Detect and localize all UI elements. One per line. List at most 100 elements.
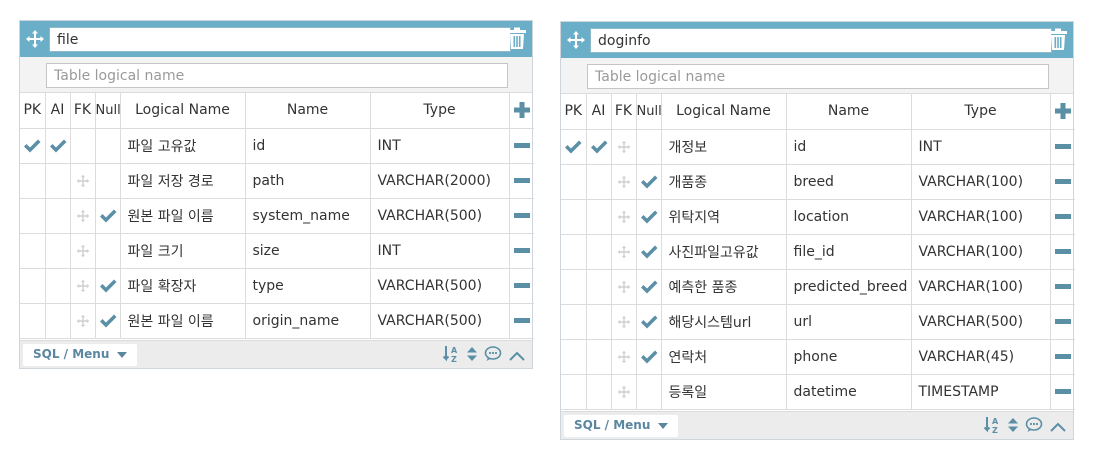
column-logical-name[interactable]: 파일 확장자	[120, 268, 246, 304]
table-logical-name-input[interactable]	[587, 64, 1049, 89]
fk-move-icon[interactable]	[611, 199, 637, 235]
null-check-icon[interactable]	[636, 234, 662, 270]
pk-check-icon[interactable]	[20, 128, 46, 164]
minus-icon[interactable]	[509, 233, 534, 269]
column-name[interactable]: system_name	[245, 198, 371, 234]
column-name[interactable]: path	[245, 163, 371, 199]
column-name[interactable]: origin_name	[245, 303, 371, 339]
null-check-icon[interactable]	[636, 339, 662, 375]
up-down-icon[interactable]	[466, 346, 478, 366]
null-check-icon[interactable]	[95, 303, 121, 339]
plus-icon[interactable]	[1050, 94, 1075, 130]
column-name[interactable]: size	[245, 233, 371, 269]
fk-move-icon[interactable]	[70, 198, 96, 234]
column-name[interactable]: file_id	[786, 234, 912, 270]
trash-icon[interactable]	[1048, 28, 1070, 52]
ai-check-icon[interactable]	[45, 128, 71, 164]
column-name[interactable]: datetime	[786, 374, 912, 410]
ai-cell[interactable]	[586, 374, 612, 410]
column-name[interactable]: predicted_breed	[786, 269, 912, 305]
pk-cell[interactable]	[20, 303, 46, 339]
column-type[interactable]: VARCHAR(500)	[370, 303, 510, 339]
minus-icon[interactable]	[1050, 129, 1075, 165]
pk-cell[interactable]	[561, 304, 587, 340]
pk-cell[interactable]	[561, 374, 587, 410]
column-type[interactable]: INT	[370, 128, 510, 164]
ai-cell[interactable]	[586, 164, 612, 200]
sql-menu-button[interactable]: SQL / Menu	[564, 415, 679, 437]
minus-icon[interactable]	[1050, 374, 1075, 410]
ai-cell[interactable]	[45, 303, 71, 339]
fk-move-icon[interactable]	[70, 163, 96, 199]
minus-icon[interactable]	[509, 198, 534, 234]
minus-icon[interactable]	[509, 163, 534, 199]
minus-icon[interactable]	[1050, 234, 1075, 270]
ai-cell[interactable]	[586, 304, 612, 340]
pk-cell[interactable]	[20, 198, 46, 234]
column-logical-name[interactable]: 파일 고유값	[120, 128, 246, 164]
ai-cell[interactable]	[45, 268, 71, 304]
null-cell[interactable]	[95, 233, 121, 269]
ai-check-icon[interactable]	[586, 129, 612, 165]
column-logical-name[interactable]: 위탁지역	[661, 199, 787, 235]
null-check-icon[interactable]	[95, 198, 121, 234]
column-logical-name[interactable]: 사진파일고유값	[661, 234, 787, 270]
sort-az-icon[interactable]: AZ	[442, 345, 460, 367]
fk-move-icon[interactable]	[611, 164, 637, 200]
ai-cell[interactable]	[586, 234, 612, 270]
fk-move-icon[interactable]	[611, 234, 637, 270]
column-logical-name[interactable]: 원본 파일 이름	[120, 198, 246, 234]
column-logical-name[interactable]: 원본 파일 이름	[120, 303, 246, 339]
column-type[interactable]: VARCHAR(2000)	[370, 163, 510, 199]
column-name[interactable]: id	[245, 128, 371, 164]
pk-cell[interactable]	[561, 199, 587, 235]
pk-cell[interactable]	[20, 268, 46, 304]
ai-cell[interactable]	[45, 233, 71, 269]
ai-cell[interactable]	[586, 199, 612, 235]
table-logical-name-input[interactable]	[46, 63, 508, 88]
move-arrows-icon[interactable]	[25, 29, 45, 49]
column-name[interactable]: id	[786, 129, 912, 165]
comment-icon[interactable]	[484, 346, 502, 366]
column-name[interactable]: phone	[786, 339, 912, 375]
column-logical-name[interactable]: 연락처	[661, 339, 787, 375]
column-type[interactable]: VARCHAR(100)	[911, 234, 1051, 270]
null-check-icon[interactable]	[636, 304, 662, 340]
null-check-icon[interactable]	[636, 164, 662, 200]
null-cell[interactable]	[95, 128, 121, 164]
fk-cell[interactable]	[70, 128, 96, 164]
minus-icon[interactable]	[509, 128, 534, 164]
table-name-input[interactable]	[49, 27, 511, 52]
minus-icon[interactable]	[509, 303, 534, 339]
ai-cell[interactable]	[45, 163, 71, 199]
pk-cell[interactable]	[561, 339, 587, 375]
column-type[interactable]: VARCHAR(500)	[370, 198, 510, 234]
move-arrows-icon[interactable]	[566, 30, 586, 50]
null-cell[interactable]	[636, 129, 662, 165]
column-logical-name[interactable]: 등록일	[661, 374, 787, 410]
column-type[interactable]: VARCHAR(100)	[911, 199, 1051, 235]
ai-cell[interactable]	[586, 339, 612, 375]
fk-move-icon[interactable]	[70, 233, 96, 269]
column-logical-name[interactable]: 파일 크기	[120, 233, 246, 269]
column-name[interactable]: location	[786, 199, 912, 235]
minus-icon[interactable]	[509, 268, 534, 304]
pk-cell[interactable]	[561, 234, 587, 270]
fk-move-icon[interactable]	[611, 339, 637, 375]
null-cell[interactable]	[95, 163, 121, 199]
column-logical-name[interactable]: 개정보	[661, 129, 787, 165]
plus-icon[interactable]	[509, 93, 534, 129]
null-check-icon[interactable]	[636, 269, 662, 305]
fk-move-icon[interactable]	[611, 374, 637, 410]
sql-menu-button[interactable]: SQL / Menu	[23, 344, 138, 366]
column-type[interactable]: VARCHAR(45)	[911, 339, 1051, 375]
minus-icon[interactable]	[1050, 269, 1075, 305]
column-type[interactable]: VARCHAR(100)	[911, 269, 1051, 305]
fk-move-icon[interactable]	[611, 129, 637, 165]
column-name[interactable]: type	[245, 268, 371, 304]
fk-move-icon[interactable]	[70, 303, 96, 339]
fk-move-icon[interactable]	[611, 269, 637, 305]
column-type[interactable]: VARCHAR(500)	[370, 268, 510, 304]
sort-az-icon[interactable]: AZ	[983, 416, 1001, 438]
column-type[interactable]: INT	[370, 233, 510, 269]
